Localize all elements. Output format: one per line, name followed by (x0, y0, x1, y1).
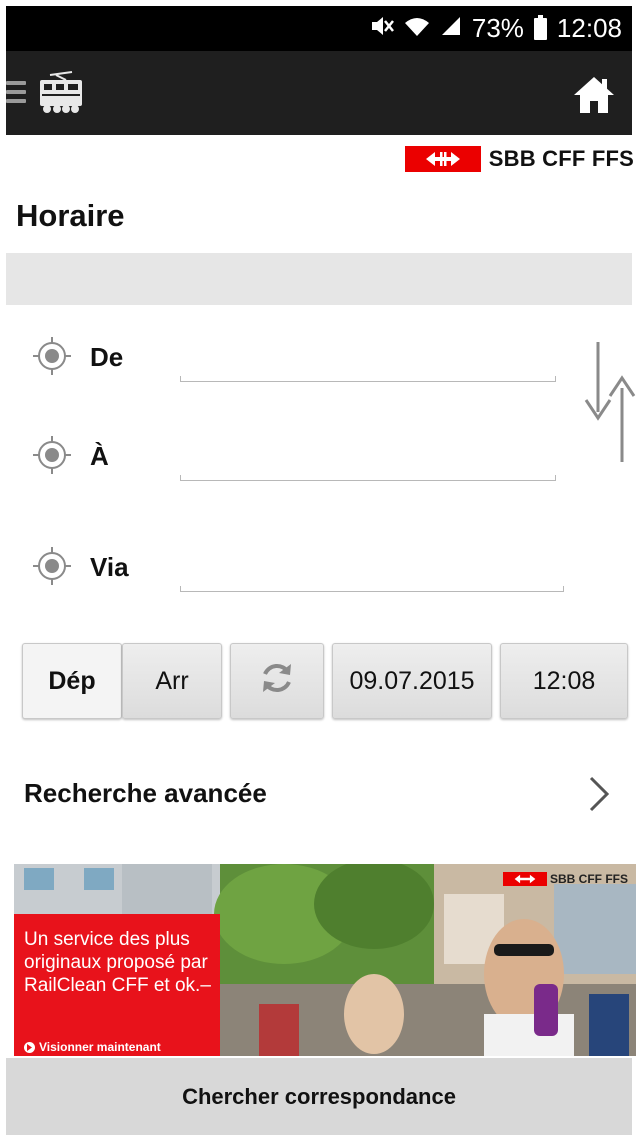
signal-icon (440, 15, 462, 42)
arrival-button[interactable]: Arr (122, 643, 222, 719)
train-icon[interactable] (36, 71, 86, 115)
banner-text: Un service des plus originaux proposé pa… (24, 929, 211, 996)
locate-icon[interactable] (30, 544, 74, 588)
swap-arrows-icon[interactable] (584, 340, 636, 464)
departure-button[interactable]: Dép (22, 643, 122, 719)
input-tick (563, 586, 564, 592)
time-button[interactable]: 12:08 (500, 643, 628, 719)
via-input[interactable] (180, 552, 564, 592)
battery-icon (533, 14, 547, 40)
sbb-logo: SBB CFF FFS (404, 145, 634, 173)
from-input[interactable] (180, 342, 556, 382)
to-row: À (30, 433, 570, 483)
refresh-icon (257, 658, 297, 705)
app-bar (6, 51, 632, 135)
promo-banner[interactable]: Un service des plus originaux proposé pa… (14, 864, 636, 1056)
banner-logo-text: SBB CFF FFS (550, 872, 628, 886)
hamburger-icon[interactable] (6, 81, 26, 105)
via-label: Via (90, 552, 129, 582)
status-time: 12:08 (556, 13, 622, 43)
advanced-search-label: Recherche avancée (24, 778, 267, 808)
search-connection-button[interactable]: Chercher correspondance (6, 1058, 632, 1135)
sbb-logo-mark (503, 872, 547, 886)
input-tick (180, 586, 181, 592)
refresh-button[interactable] (230, 643, 324, 719)
input-tick (555, 475, 556, 481)
wifi-icon (404, 15, 430, 42)
home-icon[interactable] (572, 75, 616, 115)
locate-icon[interactable] (30, 334, 74, 378)
input-tick (180, 376, 181, 382)
banner-link-label: Visionner maintenant (39, 1040, 161, 1054)
status-bar: 73% 12:08 (6, 6, 632, 51)
input-tick (555, 376, 556, 382)
from-label: De (90, 342, 124, 372)
locate-icon[interactable] (30, 433, 74, 477)
via-row: Via (30, 544, 570, 594)
sbb-logo-text: SBB CFF FFS (488, 146, 634, 171)
date-button[interactable]: 09.07.2015 (332, 643, 492, 719)
play-icon (24, 1041, 35, 1053)
chevron-right-icon (586, 774, 612, 814)
banner-logo: SBB CFF FFS (503, 872, 628, 886)
mute-icon (370, 15, 394, 42)
banner-link[interactable]: Visionner maintenant (24, 1040, 161, 1054)
advanced-search-row[interactable]: Recherche avancée (24, 770, 614, 820)
page-title: Horaire (16, 198, 125, 233)
from-row: De (30, 334, 570, 384)
section-divider (6, 253, 632, 305)
to-input[interactable] (180, 441, 556, 481)
sbb-logo-mark (404, 146, 481, 172)
to-label: À (90, 441, 109, 471)
battery-percent: 73% (471, 13, 524, 43)
input-tick (180, 475, 181, 481)
app-screen: 73% 12:08 SBB CFF FFS Horaire De À Via D… (0, 0, 638, 1135)
